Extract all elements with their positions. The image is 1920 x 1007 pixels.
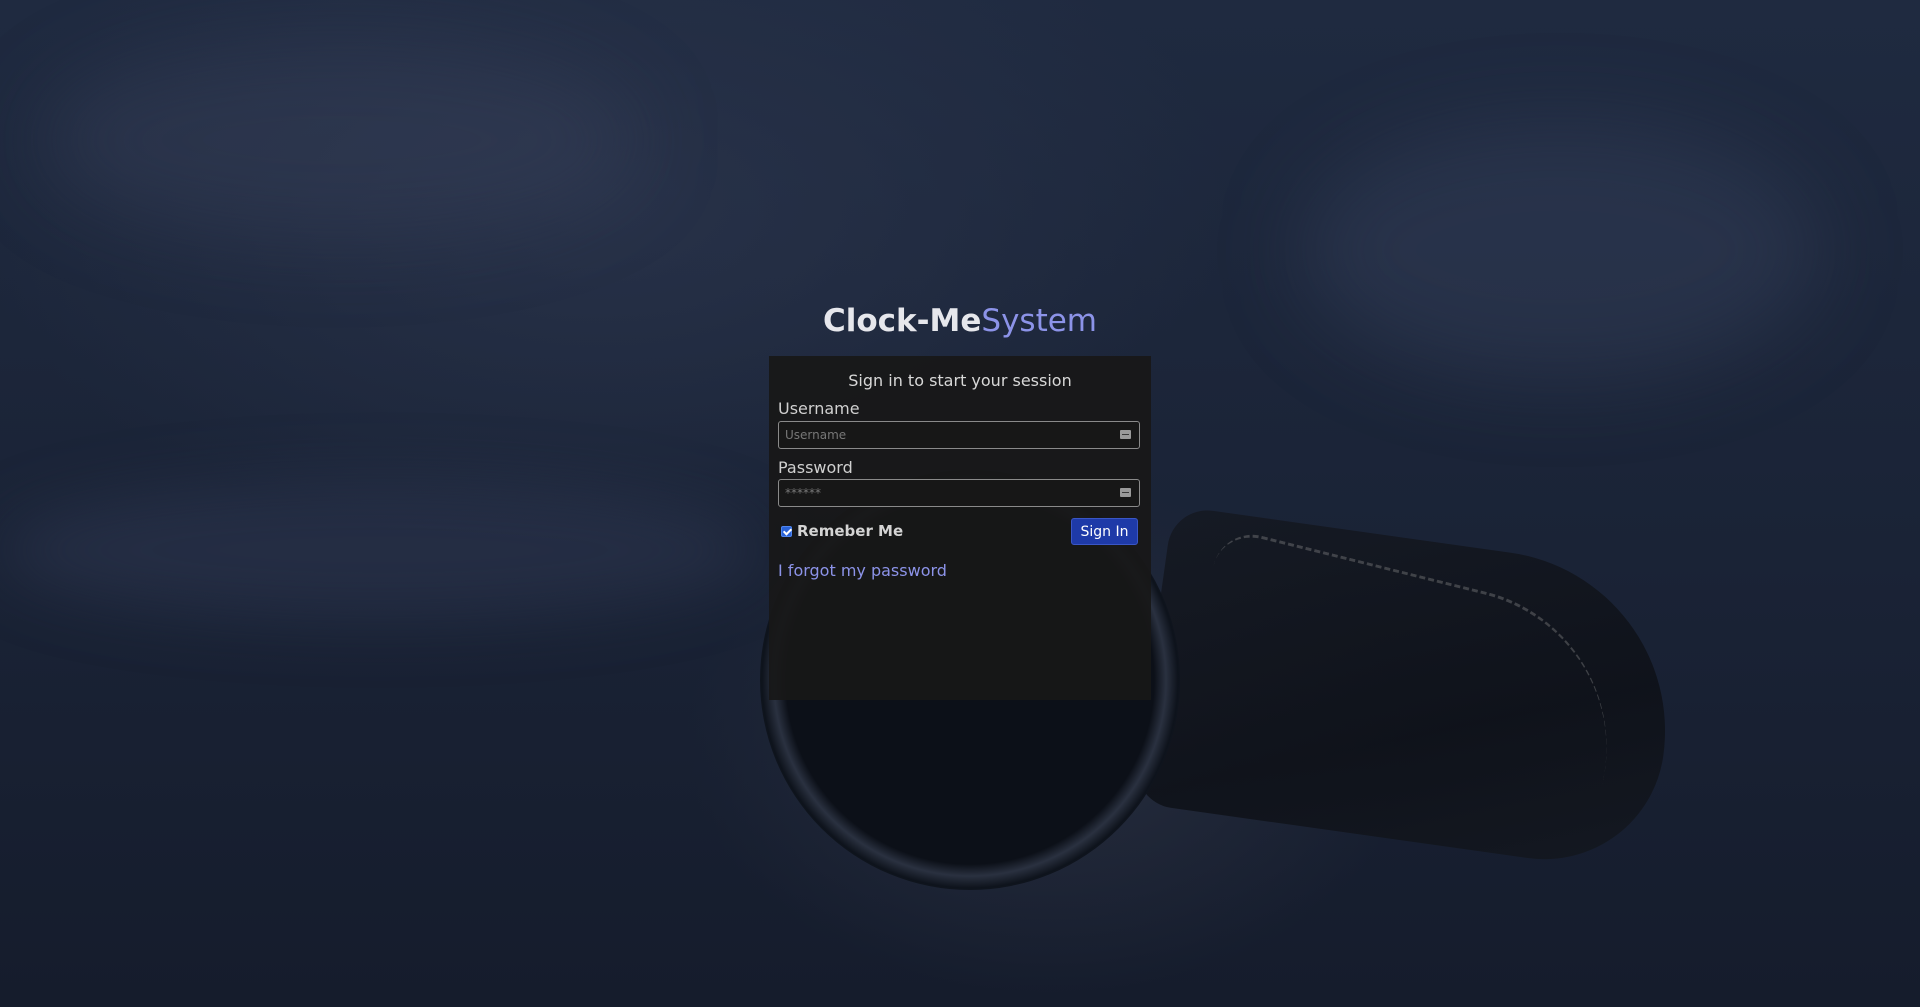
brand-name-bold: Clock-Me [822,303,982,339]
keyboard-icon [1120,488,1131,497]
bg-blur-shape [1300,120,1820,380]
remember-me-checkbox[interactable] [781,525,792,537]
bg-blur-shape [40,40,640,240]
password-label: Password [778,458,853,477]
login-title: Sign in to start your session [848,371,1072,390]
bg-blur-shape [0,480,760,620]
password-field[interactable] [778,479,1140,507]
sign-in-button[interactable]: Sign In [1071,518,1138,545]
keyboard-icon [1120,430,1131,439]
password-input[interactable] [785,483,1105,503]
remember-me-label: Remeber Me [797,522,904,540]
username-input[interactable] [785,425,1105,445]
username-label: Username [778,399,860,418]
forgot-password-link[interactable]: I forgot my password [778,561,947,580]
login-card: Sign in to start your session Username P… [769,356,1151,700]
brand-name-light: System [981,303,1097,339]
username-field[interactable] [778,421,1140,449]
brand-title: Clock-MeSystem [0,303,1920,339]
remember-me[interactable]: Remeber Me [781,522,903,540]
